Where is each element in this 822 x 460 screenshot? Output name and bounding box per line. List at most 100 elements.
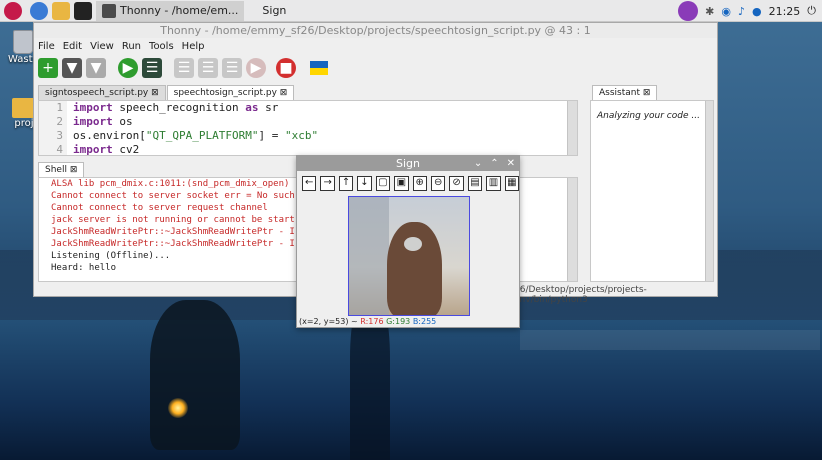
taskbar: Thonny - /home/em... Sign ✱ ◉ ♪ ● 21:25 …	[0, 0, 822, 22]
ukraine-flag-icon[interactable]	[310, 61, 328, 75]
zoom-box-icon[interactable]: ▢	[375, 175, 391, 191]
toolbar: + ▼ ▼ ▶ ☰ ☰ ☰ ☰ ▶ ■	[34, 54, 717, 82]
terminal-icon[interactable]	[74, 1, 92, 20]
close-icon[interactable]: ✕	[507, 156, 515, 171]
microphone-icon[interactable]: ●	[752, 5, 762, 18]
pan-right-icon[interactable]: →	[320, 175, 335, 191]
trash-icon	[13, 30, 34, 54]
string-literal: "xcb"	[284, 129, 319, 142]
line-number: 4	[56, 143, 63, 156]
stop-icon[interactable]: ■	[276, 58, 296, 78]
code-line: os.environ["QT_QPA_PLATFORM"] = "xcb"	[73, 129, 318, 143]
shell-scrollbar[interactable]	[567, 178, 577, 281]
code-text: ] =	[258, 129, 285, 142]
debug-icon[interactable]: ☰	[142, 58, 162, 78]
power-icon[interactable]: ⏻	[807, 4, 816, 18]
taskbar-task-sign[interactable]: Sign	[256, 1, 292, 21]
desktop-raft-silhouette	[150, 300, 240, 450]
volume-icon[interactable]: ♪	[738, 5, 745, 18]
pan-down-icon[interactable]: ↓	[357, 175, 372, 191]
reset-zoom-icon[interactable]: ⊘	[449, 175, 464, 191]
keyword: import	[73, 115, 113, 128]
desktop-reflection	[520, 330, 820, 350]
frame-background-wall	[349, 197, 389, 315]
hand-sign-shape	[387, 222, 442, 315]
assistant-scrollbar[interactable]	[705, 101, 713, 281]
menu-view[interactable]: View	[90, 41, 114, 52]
string-literal: "QT_QPA_PLATFORM"	[145, 129, 259, 142]
browser-icon[interactable]	[30, 1, 48, 20]
taskbar-task-label: Thonny - /home/em...	[120, 4, 239, 17]
new-file-icon[interactable]: +	[38, 58, 58, 78]
tab-signtospeech[interactable]: signtospeech_script.py ⊠	[38, 85, 166, 100]
keyword: import	[73, 101, 113, 114]
image-toolbar: ← → ↑ ↓ ▢ ▣ ⊕ ⊖ ⊘ ▤ ▥ ▦	[297, 171, 520, 195]
maximize-icon[interactable]: ⌃	[490, 156, 498, 171]
interpreter-status[interactable]: 26/Desktop/projects/projects-env/bin/pyt…	[514, 285, 717, 305]
line-number: 3	[56, 129, 63, 142]
sign-title-bar: Sign ⌄ ⌃ ✕	[297, 156, 519, 171]
clock: 21:25	[768, 4, 801, 18]
run-icon[interactable]: ▶	[118, 58, 138, 78]
menu-run[interactable]: Run	[122, 41, 141, 52]
code-text: os.environ[	[73, 129, 146, 142]
properties-icon[interactable]: ▦	[504, 175, 520, 191]
editor-scrollbar[interactable]	[567, 101, 577, 155]
red-value: R:176	[360, 317, 384, 326]
line-gutter: 1 2 3 4	[39, 101, 67, 155]
pan-up-icon[interactable]: ↑	[338, 175, 354, 191]
fit-icon[interactable]: ▣	[394, 175, 409, 191]
sign-window: Sign ⌄ ⌃ ✕ ← → ↑ ↓ ▢ ▣ ⊕ ⊖ ⊘ ▤ ▥ ▦ (x=2,…	[296, 155, 520, 328]
update-icon[interactable]	[678, 1, 699, 21]
desktop-lamp-glow	[168, 398, 188, 418]
step-out-icon[interactable]: ☰	[222, 58, 242, 78]
raspberry-menu-icon[interactable]	[4, 1, 22, 20]
resume-icon[interactable]: ▶	[246, 58, 266, 78]
code-editor[interactable]: 1 2 3 4 import speech_recognition as sr …	[38, 100, 578, 156]
menu-tools[interactable]: Tools	[149, 41, 174, 52]
line-number: 1	[56, 101, 63, 114]
file-manager-icon[interactable]	[52, 1, 70, 20]
window-controls: ⌄ ⌃ ✕	[474, 156, 515, 171]
system-tray: ✱ ◉ ♪ ● 21:25 ⏻	[678, 0, 816, 22]
tab-shell[interactable]: Shell ⊠	[38, 162, 85, 177]
taskbar-task-label: Sign	[262, 4, 287, 17]
menu-edit[interactable]: Edit	[63, 41, 82, 52]
code-text: cv2	[112, 143, 140, 156]
assistant-panel: Analyzing your code ...	[590, 100, 714, 282]
desktop-icon-label: proj	[14, 118, 34, 129]
menu-bar: File Edit View Run Tools Help	[34, 38, 717, 54]
zoom-in-icon[interactable]: ⊕	[412, 175, 427, 191]
open-file-icon[interactable]: ▼	[62, 58, 82, 78]
minimize-icon[interactable]: ⌄	[474, 156, 482, 171]
line-number: 2	[56, 115, 63, 128]
menu-file[interactable]: File	[38, 41, 55, 52]
cursor-coords: (x=2, y=53) ~	[299, 317, 358, 326]
save-image-icon[interactable]: ▤	[467, 175, 483, 191]
code-text: sr	[258, 101, 279, 114]
thonny-task-icon	[102, 3, 116, 18]
keyword: as	[245, 101, 259, 114]
tab-assistant[interactable]: Assistant ⊠	[592, 85, 658, 100]
code-line: import os	[73, 115, 318, 129]
window-title: Thonny - /home/emmy_sf26/Desktop/project…	[34, 23, 717, 38]
menu-help[interactable]: Help	[182, 41, 205, 52]
pan-left-icon[interactable]: ←	[302, 175, 317, 191]
wifi-icon[interactable]: ◉	[721, 5, 731, 18]
copy-image-icon[interactable]: ▥	[486, 175, 501, 191]
hand-o-gesture-hole	[404, 237, 422, 251]
code-text: os	[112, 115, 133, 128]
taskbar-task-thonny[interactable]: Thonny - /home/em...	[96, 0, 245, 21]
step-into-icon[interactable]: ☰	[198, 58, 218, 78]
tab-speechtosign[interactable]: speechtosign_script.py ⊠	[166, 85, 295, 100]
sign-window-title: Sign	[396, 157, 420, 170]
code-lines: import speech_recognition as sr import o…	[73, 101, 318, 156]
step-over-icon[interactable]: ☰	[174, 58, 194, 78]
assistant-text: Analyzing your code ...	[597, 111, 700, 121]
code-line: import cv2	[73, 143, 318, 156]
save-file-icon[interactable]: ▼	[86, 58, 106, 78]
green-value: G:193	[386, 317, 411, 326]
camera-frame-image[interactable]	[348, 196, 470, 316]
zoom-out-icon[interactable]: ⊖	[430, 175, 446, 191]
bluetooth-icon[interactable]: ✱	[705, 5, 714, 18]
